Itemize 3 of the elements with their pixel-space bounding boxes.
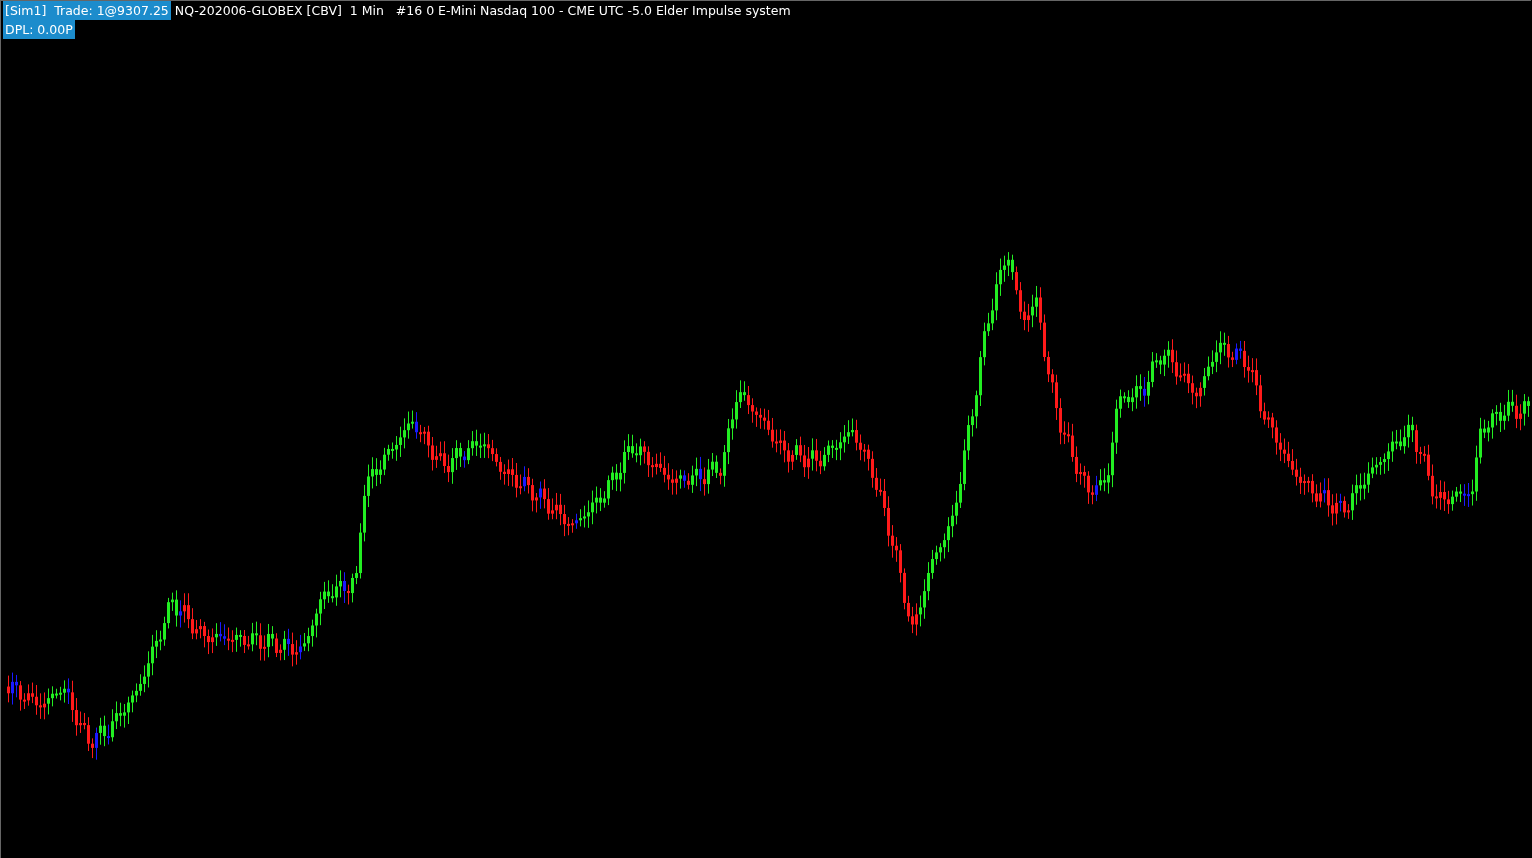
pnl-label: DPL: 0.00P xyxy=(3,20,75,39)
chart-title: NQ-202006-GLOBEX [CBV] 1 Min #16 0 E-Mini Nasdaq 100 - CME UTC -5.0 Elder Impulse system xyxy=(174,2,791,20)
account-label: [Sim1] Trade: 1@9307.25 xyxy=(3,1,171,20)
